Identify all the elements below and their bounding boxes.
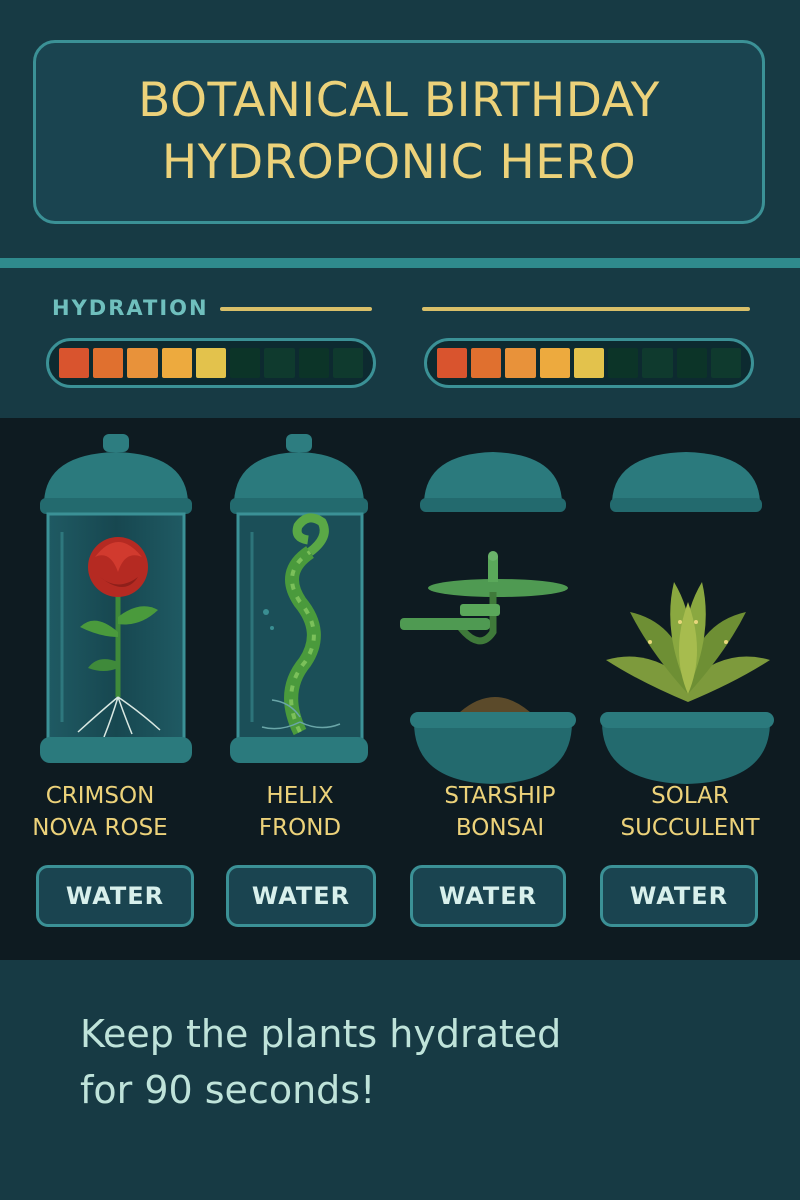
- hydration-segment: [710, 348, 741, 378]
- instruction-line-2: for 90 seconds!: [80, 1068, 376, 1112]
- water-button-solar-succulent[interactable]: WATER: [600, 865, 758, 927]
- plant-name-1-line-1: CRIMSON: [45, 783, 155, 809]
- hydration-segment: [195, 348, 227, 378]
- plant-area: CRIMSON NOVA ROSE WATER HELIX FROND WATE…: [0, 418, 800, 960]
- hydration-segment: [608, 348, 639, 378]
- hydration-segment: [230, 348, 261, 378]
- title-line-2: HYDROPONIC HERO: [161, 135, 637, 190]
- hydration-rule-left: [220, 307, 372, 311]
- instruction-line-1: Keep the plants hydrated: [80, 1012, 562, 1056]
- plant-name-1: CRIMSON NOVA ROSE: [0, 780, 200, 844]
- title-panel: BOTANICAL BIRTHDAY HYDROPONIC HERO: [33, 40, 765, 224]
- plant-name-2: HELIX FROND: [200, 780, 400, 844]
- hydration-segment: [59, 348, 90, 378]
- plant-name-1-line-2: NOVA ROSE: [32, 815, 168, 841]
- plant-name-2-line-1: HELIX: [266, 783, 334, 809]
- plant-name-4-line-1: SOLAR: [651, 783, 729, 809]
- hydration-segment: [264, 348, 295, 378]
- hydration-segment: [127, 348, 158, 378]
- hydration-segment: [471, 348, 502, 378]
- hydration-rule-right: [422, 307, 750, 311]
- hydration-segment: [437, 348, 468, 378]
- hydration-segment: [332, 348, 363, 378]
- plant-slot-1: CRIMSON NOVA ROSE WATER: [0, 418, 200, 960]
- hydration-meter-right: [424, 338, 754, 388]
- starship-bonsai-icon: [400, 452, 576, 784]
- water-button-starship-bonsai[interactable]: WATER: [410, 865, 566, 927]
- water-button-helix-frond[interactable]: WATER: [226, 865, 376, 927]
- hydration-segment: [505, 348, 536, 378]
- plant-name-3-line-1: STARSHIP: [444, 783, 556, 809]
- plant-slot-2: HELIX FROND WATER: [200, 418, 400, 960]
- hydration-segment: [539, 348, 570, 378]
- header-divider: [0, 258, 800, 268]
- succulent-icon: [600, 452, 774, 784]
- plant-name-3: STARSHIP BONSAI: [400, 780, 600, 844]
- instruction-text: Keep the plants hydrated for 90 seconds!: [80, 1006, 760, 1118]
- plant-name-2-line-2: FROND: [258, 815, 342, 841]
- hydration-segment: [642, 348, 673, 378]
- helix-frond-icon: [230, 434, 368, 763]
- rose-icon: [40, 434, 192, 763]
- hydration-meter-left: [46, 338, 376, 388]
- title-line-1: BOTANICAL BIRTHDAY: [138, 73, 660, 128]
- hydration-segment: [298, 348, 329, 378]
- hydration-segment: [161, 348, 192, 378]
- plant-slot-3: STARSHIP BONSAI WATER: [400, 418, 600, 960]
- plant-name-3-line-2: BONSAI: [455, 815, 545, 841]
- plant-slot-4: SOLAR SUCCULENT WATER: [600, 418, 800, 960]
- plant-name-4-line-2: SUCCULENT: [620, 815, 760, 841]
- hydration-label: HYDRATION: [52, 296, 209, 320]
- water-button-crimson-nova-rose[interactable]: WATER: [36, 865, 194, 927]
- hydration-segment: [93, 348, 124, 378]
- hydration-segment: [573, 348, 605, 378]
- hydration-segment: [676, 348, 707, 378]
- plant-name-4: SOLAR SUCCULENT: [580, 780, 800, 844]
